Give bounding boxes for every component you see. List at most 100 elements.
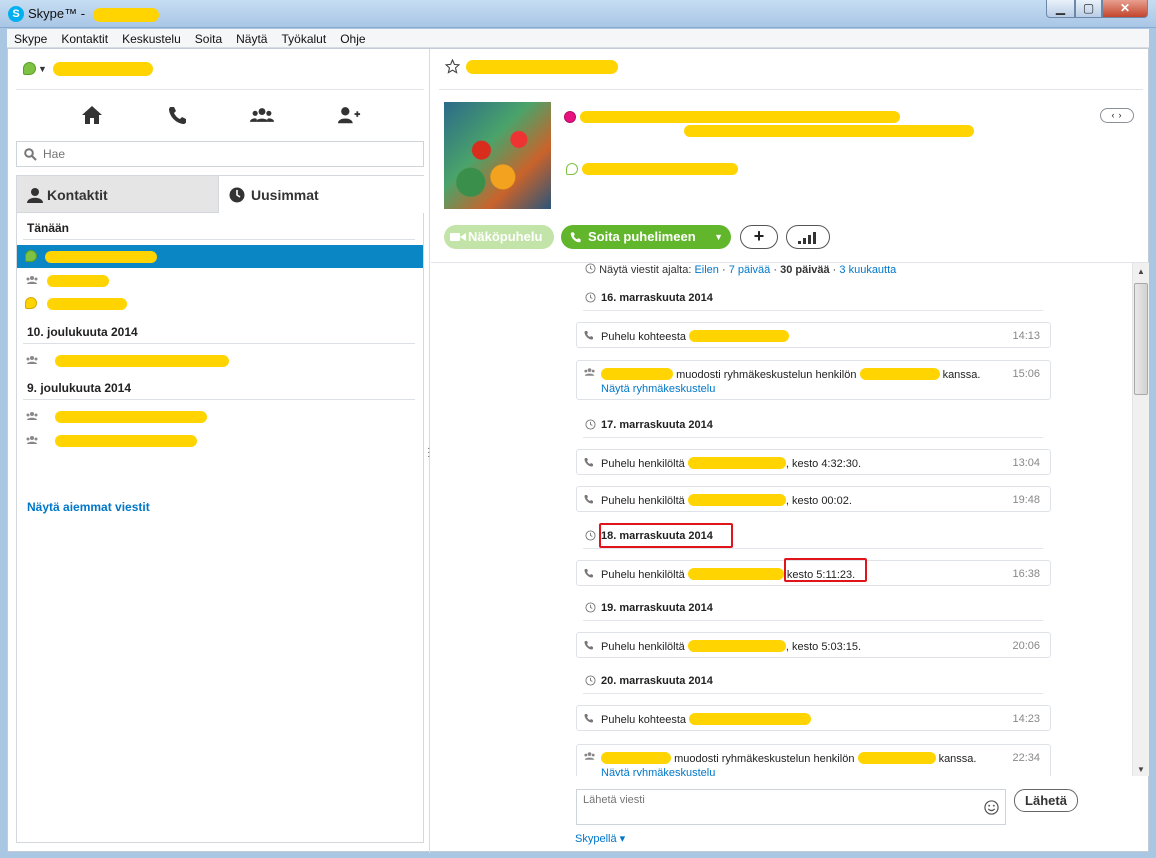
redacted-name bbox=[687, 640, 786, 652]
call-phone-button[interactable]: Soita puhelimeen ▼ bbox=[561, 225, 731, 249]
search-icon bbox=[24, 148, 37, 161]
date-header: 17. marraskuuta 2014 bbox=[583, 414, 1043, 438]
red-annotation-box bbox=[599, 523, 733, 548]
send-button[interactable]: Lähetä bbox=[1014, 789, 1078, 812]
list-item[interactable] bbox=[17, 269, 423, 292]
chevron-down-icon: ▼ bbox=[714, 232, 723, 242]
call-quality-button[interactable] bbox=[786, 225, 830, 249]
search-box[interactable] bbox=[16, 141, 424, 167]
menu-skype[interactable]: Skype bbox=[7, 29, 54, 47]
add-contact-icon[interactable] bbox=[337, 105, 361, 125]
phone-icon bbox=[584, 458, 593, 467]
list-item[interactable] bbox=[17, 405, 423, 428]
home-icon[interactable] bbox=[80, 105, 104, 125]
send-method-dropdown[interactable]: Skypellä ▾ bbox=[575, 832, 625, 845]
minimize-button[interactable]: ▁ bbox=[1046, 0, 1075, 18]
show-older-messages-link[interactable]: Näytä aiemmat viestit bbox=[27, 500, 150, 514]
group-icon[interactable] bbox=[250, 105, 274, 125]
group-icon bbox=[26, 276, 38, 284]
divider bbox=[23, 343, 415, 344]
window-title: Skype™ - bbox=[28, 6, 159, 22]
redacted-name bbox=[687, 494, 786, 506]
list-item[interactable] bbox=[17, 245, 423, 268]
scroll-down-arrow-icon[interactable]: ▼ bbox=[1137, 765, 1145, 774]
scroll-thumb[interactable] bbox=[1134, 283, 1148, 395]
group-message[interactable]: muodosti ryhmäkeskustelun henkilön kanss… bbox=[576, 360, 1051, 400]
redacted-name bbox=[857, 752, 936, 764]
call-message[interactable]: Puhelu henkilöltä , kesto 4:32:30. 13:04 bbox=[576, 449, 1051, 475]
filter-7-days-link[interactable]: 7 päivää bbox=[729, 264, 771, 276]
person-icon bbox=[27, 188, 43, 203]
emoticon-icon[interactable] bbox=[984, 800, 999, 815]
group-icon bbox=[26, 356, 38, 364]
video-call-button[interactable]: Näköpuhelu bbox=[444, 225, 554, 249]
redacted-contact-name bbox=[55, 355, 229, 367]
history-scrollbar[interactable]: ▲ ▼ bbox=[1132, 263, 1149, 776]
avatar[interactable] bbox=[444, 102, 551, 209]
list-item[interactable] bbox=[17, 349, 423, 372]
call-message[interactable]: Puhelu kohteesta 14:23 bbox=[576, 705, 1051, 731]
redacted-name bbox=[859, 368, 940, 380]
search-input[interactable] bbox=[43, 146, 413, 162]
main-window: ▼ Kontaktit Uusimmat Tänään bbox=[7, 48, 1149, 853]
scroll-up-arrow-icon[interactable]: ▲ bbox=[1137, 267, 1145, 276]
message-input[interactable] bbox=[583, 794, 973, 820]
maximize-button[interactable]: ▢ bbox=[1075, 0, 1102, 18]
menu-nayta[interactable]: Näytä bbox=[229, 29, 274, 47]
status-selector[interactable]: ▼ bbox=[23, 61, 153, 81]
divider bbox=[23, 399, 415, 400]
clock-icon bbox=[229, 187, 245, 203]
redacted-username bbox=[92, 7, 159, 22]
message-time: 22:34 bbox=[1012, 752, 1040, 764]
clock-icon bbox=[585, 602, 596, 613]
online-status-icon bbox=[23, 62, 36, 76]
tab-contacts[interactable]: Kontaktit bbox=[16, 175, 219, 213]
show-group-chat-link[interactable]: Näytä ryhmäkeskustelu bbox=[601, 767, 715, 776]
history-filter: Näytä viestit ajalta: Eilen · 7 päivää ·… bbox=[585, 263, 896, 276]
menu-kontaktit[interactable]: Kontaktit bbox=[54, 29, 115, 47]
redacted-name bbox=[689, 713, 812, 725]
tab-recent[interactable]: Uusimmat bbox=[219, 175, 424, 213]
redacted-contact-name bbox=[55, 411, 207, 423]
redacted-name bbox=[687, 568, 784, 580]
menu-soita[interactable]: Soita bbox=[188, 29, 229, 47]
filter-yesterday-link[interactable]: Eilen bbox=[694, 264, 718, 276]
message-time: 14:23 bbox=[1012, 713, 1040, 725]
message-history: Näytä viestit ajalta: Eilen · 7 päivää ·… bbox=[431, 262, 1149, 776]
call-message[interactable]: Puhelu henkilöltä , kesto 00:02. 19:48 bbox=[576, 486, 1051, 512]
group-icon bbox=[584, 752, 595, 760]
message-time: 20:06 bbox=[1012, 640, 1040, 652]
list-item[interactable] bbox=[17, 292, 423, 315]
message-time: 16:38 bbox=[1012, 568, 1040, 580]
menu-bar: Skype Kontaktit Keskustelu Soita Näytä Työkal… bbox=[7, 29, 1149, 48]
filter-3-months-link[interactable]: 3 kuukautta bbox=[839, 264, 896, 276]
redacted-display-name bbox=[52, 61, 153, 76]
clock-icon bbox=[585, 292, 596, 303]
group-message[interactable]: muodosti ryhmäkeskustelun henkilön kanss… bbox=[576, 744, 1051, 776]
star-icon[interactable] bbox=[444, 58, 461, 75]
redacted-location-text bbox=[582, 163, 738, 175]
message-compose-box[interactable] bbox=[576, 789, 1006, 825]
menu-keskustelu[interactable]: Keskustelu bbox=[115, 29, 188, 47]
list-item[interactable] bbox=[17, 429, 423, 452]
profile-pager[interactable]: ‹› bbox=[1100, 108, 1134, 123]
away-status-icon bbox=[25, 297, 37, 309]
left-pane: ▼ Kontaktit Uusimmat Tänään bbox=[8, 49, 430, 853]
phone-icon bbox=[584, 569, 593, 578]
redacted-contact-name bbox=[47, 298, 127, 310]
filter-30-days-selected[interactable]: 30 päivää bbox=[780, 264, 830, 276]
redacted-contact-name bbox=[45, 251, 157, 263]
menu-tyokalut[interactable]: Työkalut bbox=[274, 29, 333, 47]
divider bbox=[439, 89, 1143, 90]
menu-ohje[interactable]: Ohje bbox=[333, 29, 372, 47]
close-button[interactable]: ✕ bbox=[1102, 0, 1148, 18]
divider bbox=[23, 239, 415, 240]
date-header: 19. marraskuuta 2014 bbox=[583, 597, 1043, 621]
phone-icon[interactable] bbox=[166, 105, 190, 125]
call-message[interactable]: Puhelu henkilöltä , kesto 5:03:15. 20:06 bbox=[576, 632, 1051, 658]
clock-icon bbox=[585, 263, 596, 274]
call-message[interactable]: Puhelu kohteesta 14:13 bbox=[576, 322, 1051, 348]
add-participants-button[interactable]: + bbox=[740, 225, 778, 249]
date-header: 16. marraskuuta 2014 bbox=[583, 287, 1043, 311]
show-group-chat-link[interactable]: Näytä ryhmäkeskustelu bbox=[601, 383, 715, 395]
